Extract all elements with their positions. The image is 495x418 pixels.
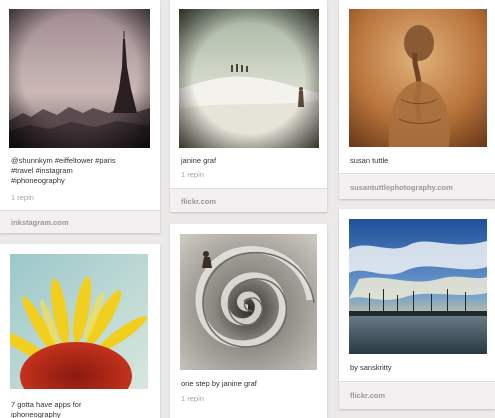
pin-card-harbor[interactable]: by sanskritty flickr.com xyxy=(339,209,495,409)
pin-source-link[interactable]: inkstagram.com xyxy=(11,218,69,227)
pin-description: one step by janine graf xyxy=(181,379,257,388)
pin-source-link[interactable]: flickr.com xyxy=(181,197,216,206)
pin-description: by sanskritty xyxy=(350,363,392,372)
pin-source-bar: flickr.com xyxy=(339,381,495,409)
pin-repin-count[interactable]: 1 repin xyxy=(11,193,34,202)
pin-image-eiffel[interactable] xyxy=(9,9,150,148)
pin-image-graf-landscape[interactable] xyxy=(179,9,319,148)
pin-source-bar: flickr.com xyxy=(170,188,327,212)
pin-repin-count[interactable]: 1 repin xyxy=(181,170,204,179)
pin-description: @shunnkym #eiffeltower #paris #travel #i… xyxy=(11,156,116,185)
pin-card-sunflower[interactable]: 7 gotta have apps for iphoneography xyxy=(0,244,160,418)
pin-card-graf-landscape[interactable]: janine graf 1 repin flickr.com xyxy=(170,0,327,212)
pin-image-sunflower[interactable] xyxy=(10,254,148,389)
pin-image-harbor[interactable] xyxy=(349,219,487,354)
pin-description: janine graf xyxy=(181,156,217,165)
pin-description: 7 gotta have apps for iphoneography xyxy=(11,400,82,418)
pin-card-eiffel[interactable]: @shunnkym #eiffeltower #paris #travel #i… xyxy=(0,0,160,233)
pin-image-tuttle[interactable] xyxy=(349,9,487,147)
pin-source-link[interactable]: flickr.com xyxy=(350,391,385,400)
pin-description: susan tuttle xyxy=(350,156,389,165)
pin-card-spiral[interactable]: one step by janine graf 1 repin xyxy=(170,224,327,418)
pin-source-link[interactable]: susantuttlephotography.com xyxy=(350,183,453,192)
pin-source-bar: inkstagram.com xyxy=(0,210,160,233)
pin-image-spiral[interactable] xyxy=(180,234,317,370)
pin-card-tuttle[interactable]: susan tuttle susantuttlephotography.com xyxy=(339,0,495,199)
pin-source-bar: susantuttlephotography.com xyxy=(339,173,495,199)
pin-repin-count[interactable]: 1 repin xyxy=(181,394,204,403)
